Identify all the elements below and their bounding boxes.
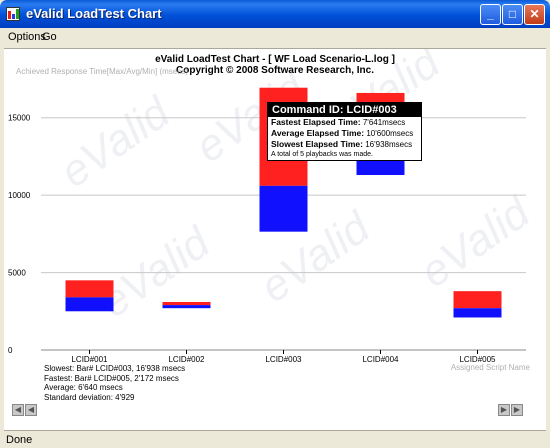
bar-lower-segment [162,305,211,309]
window-title: eValid LoadTest Chart [26,6,162,21]
close-button[interactable]: ✕ [524,4,545,25]
y-tick-label: 10000 [8,191,31,200]
x-axis-title: Assigned Script Name [450,363,530,372]
last-page-icon[interactable]: ▶ [511,404,523,416]
app-icon [6,7,20,21]
prev-page-icon[interactable]: ◀ [25,404,37,416]
title-bar[interactable]: eValid LoadTest Chart _ □ ✕ [0,0,550,28]
y-tick-label: 5000 [8,269,26,278]
tooltip-slowest-value: 16'938msecs [365,140,413,149]
maximize-button[interactable]: □ [502,4,523,25]
y-axis-title: Achieved Response Time[Max/Avg/Min] (mse… [16,67,188,76]
watermark-text: eValid [412,187,540,297]
tooltip-fastest-label: Fastest Elapsed Time: [271,117,361,127]
chart-title: eValid LoadTest Chart - [ WF Load Scenar… [155,54,395,65]
next-page-icon[interactable]: ▶ [498,404,510,416]
menu-go[interactable]: Go [42,31,57,43]
x-tick-label: LCID#004 [362,355,399,364]
menu-options[interactable]: Options [8,31,46,43]
tooltip-note: A total of 5 playbacks was made. [271,151,373,158]
tooltip-fastest-value: 7'641msecs [362,118,406,127]
stats-slowest: Slowest: Bar# LCID#003, 16'938 msecs [44,364,186,373]
x-tick-label: LCID#002 [168,355,205,364]
bar-upper-segment [162,301,211,306]
chart-area: eValideValideValideValideValideValid 050… [4,48,546,430]
watermark-text: eValid [52,87,180,197]
x-tick-label: LCID#001 [71,355,108,364]
y-tick-label: 0 [8,346,13,355]
stats-fastest: Fastest: Bar# LCID#005, 2'172 msecs [44,374,179,383]
tooltip-average-value: 10'600msecs [366,129,414,138]
stats-stddev: Standard deviation: 4'929 [44,393,135,402]
app-window: eValid LoadTest Chart _ □ ✕ Options Go e… [0,0,550,448]
x-tick-label: LCID#003 [265,355,302,364]
bar-lower-segment [453,308,502,318]
bar-lower-segment [259,185,308,232]
menu-bar: Options Go [4,28,546,48]
tooltip-title: Command ID: LCID#003 [268,103,421,117]
minimize-button[interactable]: _ [480,4,501,25]
bar-upper-segment [65,280,114,298]
y-tick-label: 15000 [8,114,31,123]
bar-upper-segment [453,291,502,309]
tooltip-fastest: Fastest Elapsed Time: 7'641msecs [268,117,421,128]
stats-average: Average: 6'640 msecs [44,383,123,392]
tooltip-average-label: Average Elapsed Time: [271,128,365,138]
bar-lower-segment [65,297,114,312]
bar-tooltip: Command ID: LCID#003 Fastest Elapsed Tim… [267,102,422,161]
tooltip-slowest: Slowest Elapsed Time: 16'938msecs [268,139,421,150]
status-text: Done [6,434,33,446]
tooltip-slowest-label: Slowest Elapsed Time: [271,139,363,149]
first-page-icon[interactable]: ◀ [12,404,24,416]
tooltip-average: Average Elapsed Time: 10'600msecs [268,128,421,139]
status-bar: Done [4,430,546,448]
